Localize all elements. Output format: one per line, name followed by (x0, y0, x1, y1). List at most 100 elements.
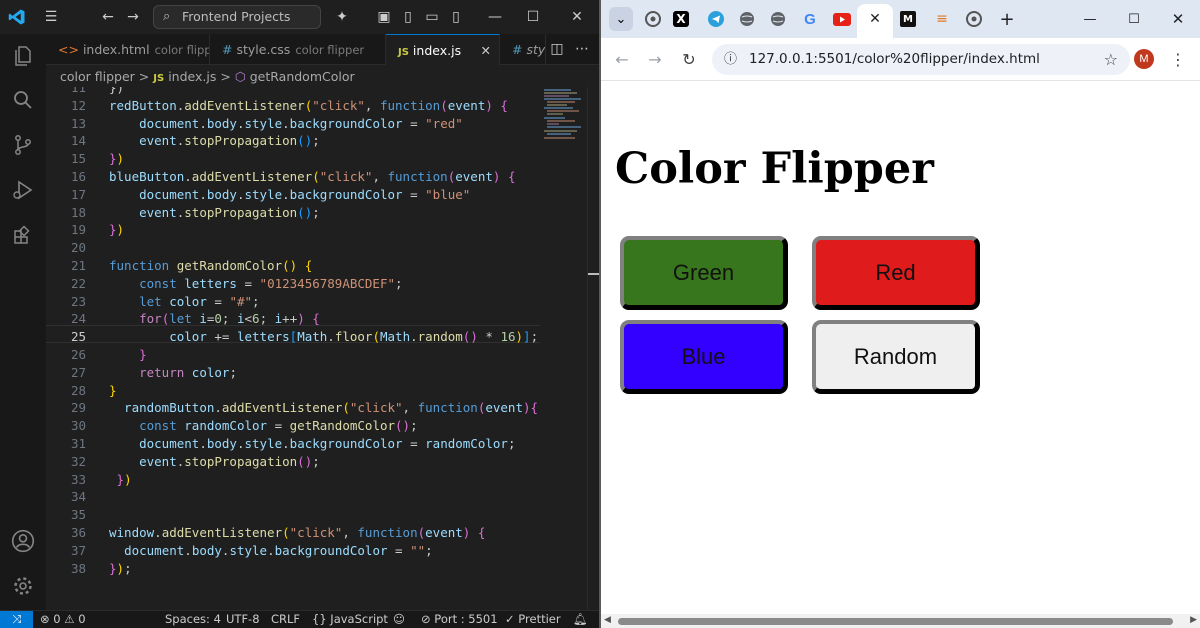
youtube-favicon-icon[interactable] (831, 8, 853, 30)
indentation-status[interactable]: Spaces: 4 (165, 611, 221, 628)
back-arrow-icon[interactable]: ← (611, 48, 633, 70)
tab-style-css-preview[interactable]: # sty (500, 34, 546, 65)
eol-status[interactable]: CRLF (271, 611, 300, 628)
code-line[interactable]: document.body.style.backgroundColor = ""… (109, 542, 433, 560)
tab-index-html[interactable]: <> index.html color flipper (46, 34, 210, 65)
forward-arrow-icon[interactable]: → (122, 0, 144, 34)
medium-favicon-icon[interactable]: M (900, 11, 916, 27)
toggle-secondary-sidebar-icon[interactable]: ▯ (445, 0, 467, 34)
close-icon[interactable]: ✕ (1167, 8, 1189, 30)
code-line[interactable]: }) (109, 471, 132, 489)
scrollbar-thumb[interactable] (618, 618, 1173, 625)
back-arrow-icon[interactable]: ← (97, 0, 119, 34)
code-line[interactable]: }) (109, 150, 124, 168)
forward-arrow-icon[interactable]: → (644, 48, 666, 70)
encoding-status[interactable]: UTF-8 (226, 611, 260, 628)
code-line[interactable]: }); (109, 560, 132, 577)
code-line[interactable]: return color; (109, 364, 237, 382)
menu-icon[interactable]: ☰ (40, 0, 62, 34)
new-tab-plus-icon[interactable]: + (996, 8, 1018, 30)
source-control-icon[interactable] (0, 125, 46, 165)
site-info-icon[interactable]: ⓘ (724, 44, 737, 75)
layout-icon[interactable]: ▣ (373, 0, 395, 34)
maximize-icon[interactable]: ☐ (522, 0, 544, 34)
line-number: 26 (70, 347, 86, 362)
breadcrumb-symbol[interactable]: getRandomColor (250, 69, 355, 84)
code-line[interactable]: const randomColor = getRandomColor(); (109, 417, 418, 435)
code-line[interactable]: }) (109, 87, 124, 97)
more-actions-icon[interactable]: ⋯ (571, 34, 593, 65)
code-line[interactable]: blueButton.addEventListener("click", fun… (109, 168, 515, 186)
search-icon[interactable] (0, 80, 46, 120)
minimize-icon[interactable]: — (1079, 8, 1101, 30)
red-button[interactable]: Red (812, 236, 980, 310)
chrome-favicon-icon[interactable] (963, 8, 985, 30)
code-line[interactable]: window.addEventListener("click", functio… (109, 524, 485, 542)
kebab-menu-icon[interactable]: ⋮ (1167, 48, 1189, 70)
language-mode[interactable]: {} JavaScript (312, 611, 388, 628)
tab-close-icon[interactable]: ✕ (864, 8, 886, 30)
problems-indicator[interactable]: ⊗ 0 ⚠ 0 (40, 611, 86, 628)
code-line[interactable]: let color = "#"; (109, 293, 259, 311)
code-line[interactable]: document.body.style.backgroundColor = ra… (109, 435, 515, 453)
remote-indicator-icon[interactable]: ⤨ (0, 611, 33, 628)
stackoverflow-favicon-icon[interactable]: ≡ (931, 8, 953, 30)
tab-search-chevron-icon[interactable]: ⌄ (609, 7, 633, 31)
toggle-panel-icon[interactable]: ▭ (421, 0, 443, 34)
copilot-status-icon[interactable]: ☺ (393, 611, 405, 628)
google-favicon-icon[interactable]: G (799, 8, 821, 30)
address-bar[interactable]: ⓘ 127.0.0.1:5501/color%20flipper/index.h… (712, 44, 1130, 75)
reload-icon[interactable]: ↻ (678, 48, 700, 70)
green-button[interactable]: Green (620, 236, 788, 310)
copilot-icon[interactable]: ✦ (331, 0, 353, 34)
line-number: 11 (70, 87, 86, 95)
code-line[interactable]: color += letters[Math.floor(Math.random(… (109, 328, 538, 346)
code-line[interactable]: }) (109, 221, 124, 239)
tab-index-js[interactable]: JS index.js ✕ (386, 34, 500, 65)
extensions-icon[interactable] (0, 215, 46, 255)
tab-close-icon[interactable]: ✕ (481, 35, 491, 65)
code-line[interactable]: redButton.addEventListener("click", func… (109, 97, 508, 115)
maximize-icon[interactable]: ☐ (1123, 8, 1145, 30)
x-twitter-favicon-icon[interactable]: X (673, 11, 689, 27)
code-line[interactable]: } (109, 346, 147, 364)
bookmark-star-icon[interactable]: ☆ (1104, 44, 1118, 75)
code-line[interactable]: const letters = "0123456789ABCDEF"; (109, 275, 402, 293)
scroll-right-icon[interactable]: ▶ (1190, 615, 1197, 625)
code-editor[interactable]: 11}) 12 redButton.addEventListener("click"… (46, 87, 540, 577)
code-line[interactable]: for(let i=0; i<6; i++) { (109, 310, 320, 328)
code-line[interactable]: event.stopPropagation(); (109, 132, 320, 150)
scroll-left-icon[interactable]: ◀ (604, 615, 611, 625)
horizontal-scrollbar[interactable]: ◀ ▶ (601, 614, 1200, 628)
breadcrumb-folder[interactable]: color flipper (60, 69, 135, 84)
prettier-status[interactable]: ✓ Prettier (505, 611, 561, 628)
globe-favicon-icon[interactable] (736, 8, 758, 30)
run-debug-icon[interactable] (0, 170, 46, 210)
code-line[interactable]: } (109, 382, 117, 400)
random-button[interactable]: Random (812, 320, 980, 394)
explorer-icon[interactable] (0, 36, 46, 76)
notifications-bell-icon[interactable]: 🔔︎ (573, 611, 588, 628)
minimize-icon[interactable]: — (484, 0, 506, 34)
telegram-favicon-icon[interactable] (705, 8, 727, 30)
command-center-search[interactable]: ⌕ Frontend Projects (153, 5, 321, 29)
toggle-sidebar-icon[interactable]: ▯ (397, 0, 419, 34)
split-editor-icon[interactable]: ◫ (546, 34, 568, 65)
code-line[interactable]: randomButton.addEventListener("click", f… (109, 399, 538, 417)
blue-button[interactable]: Blue (620, 320, 788, 394)
minimap[interactable] (541, 87, 587, 577)
globe-favicon-icon[interactable] (767, 8, 789, 30)
code-line[interactable]: function getRandomColor() { (109, 257, 312, 275)
code-line[interactable]: document.body.style.backgroundColor = "r… (109, 115, 463, 133)
chrome-favicon-icon[interactable] (642, 8, 664, 30)
account-icon[interactable] (0, 521, 46, 561)
close-icon[interactable]: ✕ (566, 0, 588, 34)
settings-gear-icon[interactable] (0, 566, 46, 606)
code-line[interactable]: event.stopPropagation(); (109, 204, 320, 222)
code-line[interactable]: document.body.style.backgroundColor = "b… (109, 186, 470, 204)
live-server-status[interactable]: ⊘ Port : 5501 (421, 611, 498, 628)
breadcrumb-file[interactable]: index.js (168, 69, 216, 84)
tab-style-css[interactable]: # style.css color flipper (210, 34, 386, 65)
profile-avatar[interactable]: M (1134, 49, 1154, 69)
code-line[interactable]: event.stopPropagation(); (109, 453, 320, 471)
